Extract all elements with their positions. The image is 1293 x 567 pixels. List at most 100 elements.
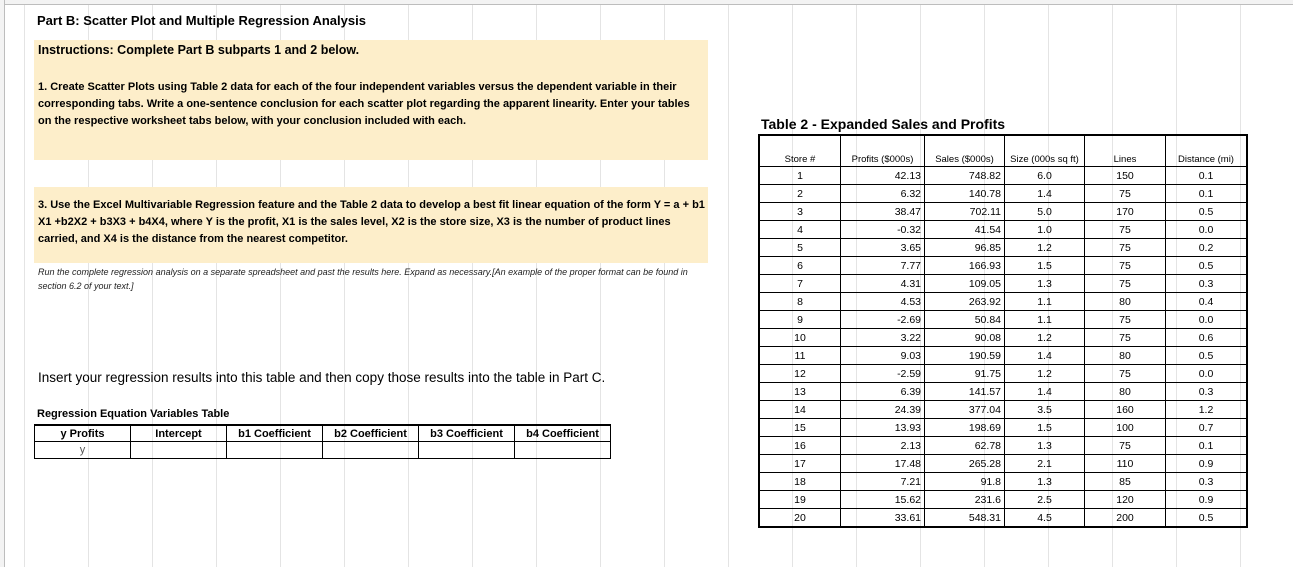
t2-cell[interactable]: 42.13 [840, 166, 925, 185]
t2-cell[interactable]: 19 [758, 490, 841, 509]
reg-header-cell[interactable]: b2 Coefficient [322, 424, 419, 442]
t2-cell[interactable]: -2.69 [840, 310, 925, 329]
t2-cell[interactable]: 748.82 [924, 166, 1005, 185]
t2-cell[interactable]: 24.39 [840, 400, 925, 419]
t2-cell[interactable]: 4 [758, 220, 841, 239]
t2-cell[interactable]: 1.4 [1004, 346, 1085, 365]
t2-cell[interactable]: 13 [758, 382, 841, 401]
t2-cell[interactable]: 0.3 [1165, 472, 1248, 491]
t2-cell[interactable]: 6.39 [840, 382, 925, 401]
reg-header-cell[interactable]: Intercept [130, 424, 227, 442]
t2-cell[interactable]: 1.2 [1165, 400, 1248, 419]
reg-value-cell[interactable]: y [34, 441, 131, 459]
t2-cell[interactable]: 4.31 [840, 274, 925, 293]
t2-cell[interactable]: 80 [1084, 346, 1166, 365]
t2-cell[interactable]: 1.2 [1004, 364, 1085, 383]
t2-cell[interactable]: 9 [758, 310, 841, 329]
t2-cell[interactable]: 150 [1084, 166, 1166, 185]
part-title[interactable]: Part B: Scatter Plot and Multiple Regres… [37, 13, 366, 28]
t2-cell[interactable]: 75 [1084, 274, 1166, 293]
t2-header-cell[interactable]: Profits ($000s) [840, 134, 925, 167]
t2-cell[interactable]: 0.5 [1165, 202, 1248, 221]
reg-header-cell[interactable]: b4 Coefficient [514, 424, 611, 442]
t2-cell[interactable]: 1.2 [1004, 238, 1085, 257]
t2-cell[interactable]: 200 [1084, 508, 1166, 528]
t2-cell[interactable]: 85 [1084, 472, 1166, 491]
t2-cell[interactable]: 110 [1084, 454, 1166, 473]
reg-header-cell[interactable]: b3 Coefficient [418, 424, 515, 442]
t2-cell[interactable]: 14 [758, 400, 841, 419]
t2-cell[interactable]: 231.6 [924, 490, 1005, 509]
instruction-3-text[interactable]: 3. Use the Excel Multivariable Regressio… [38, 197, 706, 248]
t2-header-cell[interactable]: Distance (mi) [1165, 134, 1248, 167]
t2-cell[interactable]: 0.9 [1165, 490, 1248, 509]
t2-cell[interactable]: 4.53 [840, 292, 925, 311]
t2-cell[interactable]: 120 [1084, 490, 1166, 509]
t2-cell[interactable]: 160 [1084, 400, 1166, 419]
t2-cell[interactable]: 263.92 [924, 292, 1005, 311]
t2-cell[interactable]: 15 [758, 418, 841, 437]
t2-cell[interactable]: 4.5 [1004, 508, 1085, 528]
t2-cell[interactable]: 2.1 [1004, 454, 1085, 473]
t2-cell[interactable]: 140.78 [924, 184, 1005, 203]
t2-cell[interactable]: 0.3 [1165, 274, 1248, 293]
regression-table-title[interactable]: Regression Equation Variables Table [37, 408, 229, 420]
t2-cell[interactable]: 0.1 [1165, 184, 1248, 203]
t2-cell[interactable]: 91.75 [924, 364, 1005, 383]
t2-cell[interactable]: 8 [758, 292, 841, 311]
t2-cell[interactable]: 7 [758, 274, 841, 293]
t2-cell[interactable]: 1.3 [1004, 274, 1085, 293]
t2-cell[interactable]: 13.93 [840, 418, 925, 437]
t2-cell[interactable]: 100 [1084, 418, 1166, 437]
reg-value-cell[interactable] [418, 441, 515, 459]
t2-cell[interactable]: 75 [1084, 364, 1166, 383]
t2-cell[interactable]: 2 [758, 184, 841, 203]
t2-cell[interactable]: 0.0 [1165, 364, 1248, 383]
t2-header-cell[interactable]: Store # [758, 134, 841, 167]
instruction-1-text[interactable]: 1. Create Scatter Plots using Table 2 da… [38, 79, 703, 130]
t2-cell[interactable]: 10 [758, 328, 841, 347]
t2-cell[interactable]: 5 [758, 238, 841, 257]
t2-cell[interactable]: 0.1 [1165, 166, 1248, 185]
t2-cell[interactable]: 1.4 [1004, 382, 1085, 401]
t2-cell[interactable]: 41.54 [924, 220, 1005, 239]
t2-cell[interactable]: 1.3 [1004, 436, 1085, 455]
t2-cell[interactable]: 18 [758, 472, 841, 491]
t2-cell[interactable]: 75 [1084, 238, 1166, 257]
t2-cell[interactable]: 141.57 [924, 382, 1005, 401]
t2-cell[interactable]: 198.69 [924, 418, 1005, 437]
t2-cell[interactable]: 75 [1084, 184, 1166, 203]
t2-cell[interactable]: 11 [758, 346, 841, 365]
t2-cell[interactable]: 17 [758, 454, 841, 473]
t2-cell[interactable]: 3.65 [840, 238, 925, 257]
t2-cell[interactable]: 75 [1084, 310, 1166, 329]
t2-cell[interactable]: 190.59 [924, 346, 1005, 365]
t2-cell[interactable]: 0.5 [1165, 346, 1248, 365]
t2-cell[interactable]: 0.0 [1165, 220, 1248, 239]
t2-cell[interactable]: 0.9 [1165, 454, 1248, 473]
instructions-heading[interactable]: Instructions: Complete Part B subparts 1… [38, 43, 359, 57]
t2-cell[interactable]: 1.1 [1004, 310, 1085, 329]
t2-cell[interactable]: 6.0 [1004, 166, 1085, 185]
t2-header-cell[interactable]: Size (000s sq ft) [1004, 134, 1085, 167]
t2-cell[interactable]: 265.28 [924, 454, 1005, 473]
reg-value-cell[interactable] [322, 441, 419, 459]
t2-cell[interactable]: 15.62 [840, 490, 925, 509]
t2-cell[interactable]: 1.0 [1004, 220, 1085, 239]
t2-cell[interactable]: -2.59 [840, 364, 925, 383]
t2-header-cell[interactable]: Lines [1084, 134, 1166, 167]
t2-cell[interactable]: 1 [758, 166, 841, 185]
t2-cell[interactable]: 377.04 [924, 400, 1005, 419]
t2-cell[interactable]: -0.32 [840, 220, 925, 239]
t2-cell[interactable]: 1.5 [1004, 418, 1085, 437]
t2-cell[interactable]: 0.0 [1165, 310, 1248, 329]
t2-cell[interactable]: 38.47 [840, 202, 925, 221]
t2-cell[interactable]: 2.5 [1004, 490, 1085, 509]
t2-cell[interactable]: 62.78 [924, 436, 1005, 455]
t2-cell[interactable]: 6.32 [840, 184, 925, 203]
t2-cell[interactable]: 12 [758, 364, 841, 383]
t2-cell[interactable]: 0.1 [1165, 436, 1248, 455]
t2-cell[interactable]: 0.6 [1165, 328, 1248, 347]
t2-cell[interactable]: 75 [1084, 328, 1166, 347]
t2-cell[interactable]: 3 [758, 202, 841, 221]
